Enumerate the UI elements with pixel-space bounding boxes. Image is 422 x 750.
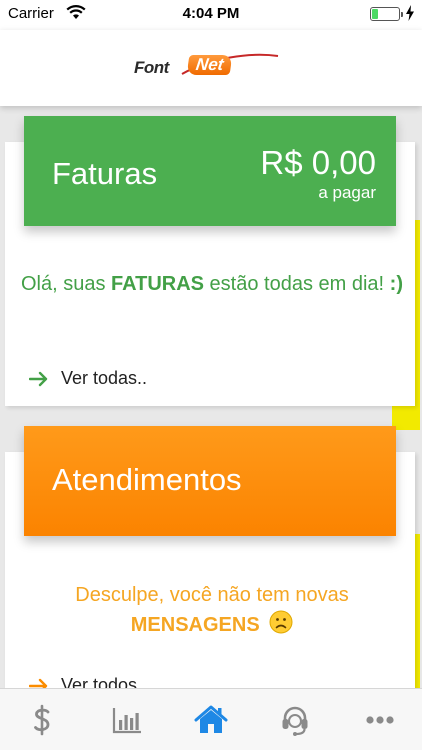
tab-more[interactable] [338,689,422,750]
app-header: Font Net [0,30,422,106]
more-icon [366,715,394,724]
invoices-amount: R$ 0,00 [260,144,376,181]
support-title: Atendimentos [52,462,242,497]
invoices-message: Olá, suas FATURAS estão todas em dia! :) [20,273,403,295]
tab-invoices[interactable] [0,689,84,750]
battery-level [372,9,378,19]
home-icon [194,705,228,733]
logo-text-font: Font [134,58,169,77]
bar-chart-icon [112,707,141,733]
status-time: 4:04 PM [182,5,240,22]
tab-bar [0,688,422,750]
logo-text-net: Net [186,55,233,75]
tab-support[interactable] [253,689,337,750]
invoices-see-all-label: Ver todas.. [61,368,148,388]
frowning-face-icon [269,610,293,634]
support-header[interactable]: Atendimentos [24,426,396,536]
invoices-see-all-link[interactable]: Ver todas.. [29,368,147,389]
battery-icon [370,7,403,21]
status-bar: Carrier 4:04 PM [0,0,422,30]
dashboard-content: Olá, suas FATURAS estão todas em dia! :)… [0,106,422,688]
headset-icon [282,706,308,736]
arrow-right-icon [29,678,48,688]
tab-reports[interactable] [84,689,168,750]
support-see-all-label: Ver todos [61,675,138,688]
tab-home[interactable] [169,689,253,750]
arrow-right-icon [29,371,48,386]
dollar-icon [34,704,50,735]
invoices-title: Faturas [52,156,158,191]
support-message: Desculpe, você não tem novas MENSAGENS [75,584,349,636]
invoices-header[interactable]: Faturas R$ 0,00 a pagar [24,116,396,226]
invoices-amount-caption: a pagar [318,183,376,202]
fontnet-logo: Font Net [134,52,289,82]
charging-icon [406,5,414,21]
support-see-all-link[interactable]: Ver todos [29,675,137,688]
